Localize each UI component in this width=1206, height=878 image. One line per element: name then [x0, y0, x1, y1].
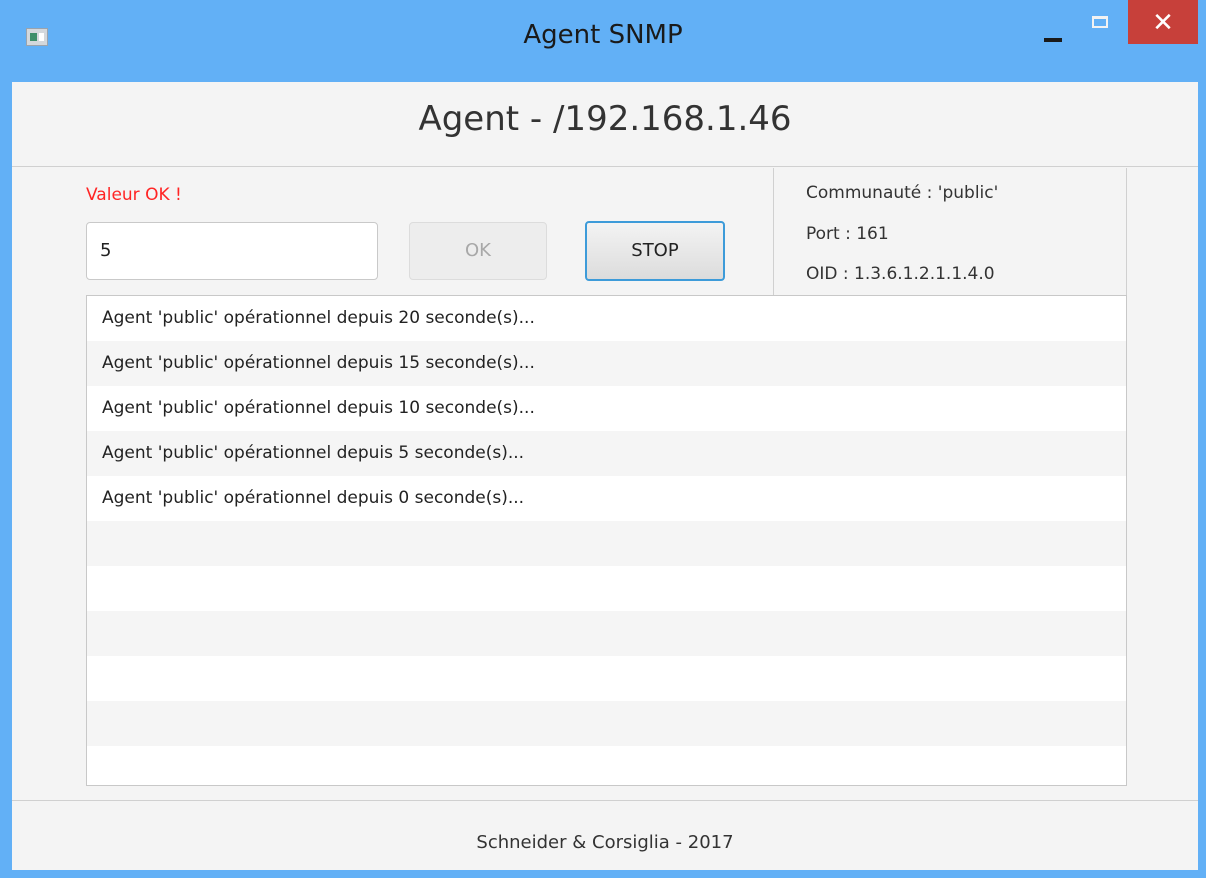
page-title: Agent - /192.168.1.46	[418, 99, 792, 139]
list-item[interactable]: Agent 'public' opérationnel depuis 0 sec…	[87, 476, 1126, 521]
title-bar[interactable]: Agent SNMP ✕	[0, 0, 1206, 82]
list-item[interactable]: Agent 'public' opérationnel depuis 10 se…	[87, 386, 1126, 431]
info-divider	[773, 168, 774, 296]
log-list[interactable]: Agent 'public' opérationnel depuis 20 se…	[86, 295, 1127, 786]
maximize-button[interactable]	[1082, 12, 1118, 40]
oid-label: OID : 1.3.6.1.2.1.1.4.0	[806, 264, 995, 284]
port-label: Port : 161	[806, 224, 889, 244]
list-item[interactable]	[87, 521, 1126, 566]
footer-credits: Schneider & Corsiglia - 2017	[476, 832, 734, 853]
value-input[interactable]: 5	[86, 222, 378, 280]
window-title: Agent SNMP	[523, 20, 683, 50]
info-divider-right	[1126, 168, 1127, 296]
list-item[interactable]	[87, 701, 1126, 746]
status-message: Valeur OK !	[86, 185, 182, 205]
header-bar: Agent - /192.168.1.46	[12, 82, 1198, 167]
stop-button[interactable]: STOP	[585, 221, 725, 281]
window-content: Agent - /192.168.1.46 Valeur OK ! 5 OK S…	[12, 82, 1198, 870]
list-item[interactable]: Agent 'public' opérationnel depuis 20 se…	[87, 296, 1126, 341]
footer-divider	[12, 800, 1198, 801]
list-item[interactable]	[87, 611, 1126, 656]
close-button[interactable]: ✕	[1128, 0, 1198, 44]
list-item[interactable]: Agent 'public' opérationnel depuis 15 se…	[87, 341, 1126, 386]
list-item[interactable]	[87, 656, 1126, 701]
list-item[interactable]: Agent 'public' opérationnel depuis 5 sec…	[87, 431, 1126, 476]
list-item[interactable]	[87, 566, 1126, 611]
ok-button[interactable]: OK	[409, 222, 547, 280]
close-icon: ✕	[1152, 8, 1174, 38]
community-label: Communauté : 'public'	[806, 183, 999, 203]
list-item[interactable]	[87, 746, 1126, 785]
minimize-button[interactable]	[1040, 22, 1068, 50]
